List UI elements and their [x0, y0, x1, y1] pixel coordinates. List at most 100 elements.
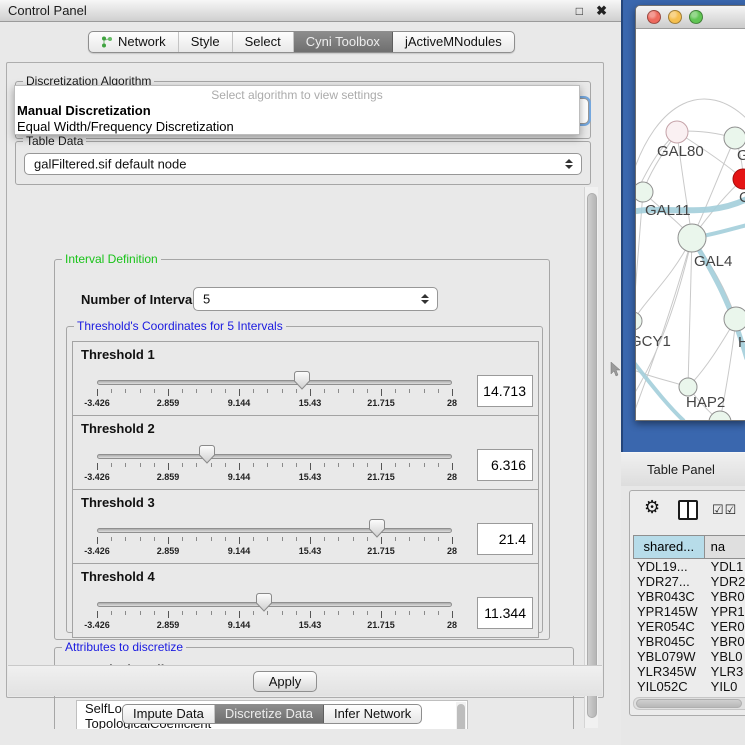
slider-thumb[interactable] [256, 593, 272, 612]
table-row[interactable]: YIL052CYIL0 [633, 679, 745, 694]
node-table[interactable]: shared... na YDL19...YDL1YDR27...YDR2YBR… [633, 535, 745, 695]
zoom-traffic-light-icon[interactable] [689, 10, 703, 24]
slider-track[interactable] [97, 380, 452, 385]
tab-select[interactable]: Select [233, 32, 294, 52]
tick-label: 21.715 [367, 398, 395, 408]
network-node[interactable] [724, 307, 745, 331]
tick-label: 2.859 [157, 472, 180, 482]
bottom-tab-impute-data[interactable]: Impute Data [123, 705, 215, 723]
column-header-shared[interactable]: shared... [633, 535, 705, 559]
tick-label: -3.426 [84, 472, 110, 482]
threshold-value-field[interactable]: 11.344 [477, 597, 533, 629]
network-graph[interactable]: GAL80GACGAL11GAL4GCY1HHAP2 [636, 29, 745, 421]
threshold-label: Threshold 1 [81, 347, 155, 362]
control-panel-titlebar[interactable]: Control Panel □ ✖ [0, 0, 621, 22]
table-row[interactable]: YER054CYER0 [633, 619, 745, 634]
slider-track[interactable] [97, 454, 452, 459]
cell-shared-name: YPR145W [633, 604, 705, 619]
table-row[interactable]: YDR27...YDR2 [633, 574, 745, 589]
network-node[interactable] [666, 121, 688, 143]
control-panel: Control Panel □ ✖ NetworkStyle Select Cyni… [0, 0, 621, 745]
network-node[interactable] [678, 224, 706, 252]
tick-label: 15.43 [299, 620, 322, 630]
bottom-tab-discretize-data[interactable]: Discretize Data [215, 705, 324, 723]
close-traffic-light-icon[interactable] [647, 10, 661, 24]
cell-shared-name: YIL052C [633, 679, 705, 694]
slider-thumb[interactable] [294, 371, 310, 390]
node-label: C [739, 189, 745, 206]
table-row[interactable]: YDL19...YDL1 [633, 559, 745, 574]
table-hscrollbar[interactable] [633, 697, 745, 710]
dropdown-option-manual[interactable]: Manual Discretization [17, 103, 151, 118]
network-window-titlebar[interactable] [636, 6, 745, 29]
slider-track[interactable] [97, 602, 452, 607]
num-intervals-value: 5 [203, 292, 210, 307]
table-row[interactable]: YBR043CYBR0 [633, 589, 745, 604]
threshold-label: Threshold 4 [81, 569, 155, 584]
split-column-icon[interactable] [678, 500, 698, 520]
node-label: GA [737, 147, 745, 164]
table-data-fieldset: Table Data galFiltered.sif default node [15, 141, 591, 185]
thresholds-fieldset: Threshold's Coordinates for 5 Intervals … [66, 326, 543, 633]
cell-name: YDR2 [705, 574, 745, 589]
tab-style[interactable]: Style [179, 32, 233, 52]
cell-name: YIL0 [705, 679, 745, 694]
threshold-value-field[interactable]: 6.316 [477, 449, 533, 481]
threshold-row: Threshold 3-3.4262.8599.14415.4321.71528… [72, 489, 539, 564]
num-intervals-combobox[interactable]: 5 [193, 287, 438, 311]
slider-ticks [97, 537, 452, 545]
apply-strip: Apply [8, 665, 602, 696]
threshold-value-field[interactable]: 14.713 [477, 375, 533, 407]
tab-cyni-toolbox[interactable]: Cyni Toolbox [294, 32, 393, 52]
settings-scroll-area: Interval Definition Number of Intervals … [41, 249, 590, 729]
slider-ticks [97, 389, 452, 397]
tick-label: 21.715 [367, 546, 395, 556]
dropdown-option-equal-width[interactable]: Equal Width/Frequency Discretization [17, 119, 234, 134]
bottom-tab-infer-network[interactable]: Infer Network [324, 705, 421, 723]
network-view-window[interactable]: GAL80GACGAL11GAL4GCY1HHAP2 [635, 5, 745, 421]
network-node[interactable] [709, 411, 731, 421]
minimize-traffic-light-icon[interactable] [668, 10, 682, 24]
table-header-row: shared... na [633, 535, 745, 559]
table-row[interactable]: YLR345WYLR3 [633, 664, 745, 679]
slider-track[interactable] [97, 528, 452, 533]
threshold-value-field[interactable]: 21.4 [477, 523, 533, 555]
num-intervals-label: Number of Intervals [81, 292, 203, 307]
close-icon[interactable]: ✖ [596, 3, 607, 19]
table-panel-titlebar[interactable]: Table Panel [621, 452, 745, 486]
network-node[interactable] [724, 127, 745, 149]
algorithm-dropdown-popup: Select algorithm to view settings Manual… [14, 85, 580, 135]
tab-label: Select [245, 32, 281, 52]
network-node[interactable] [636, 182, 653, 202]
cell-name: YLR3 [705, 664, 745, 679]
apply-button[interactable]: Apply [253, 671, 317, 692]
network-icon [101, 36, 113, 48]
table-panel-box: ⚙ ☑☑ shared... na YDL19...YDL1YDR27...YD… [629, 490, 745, 716]
table-row[interactable]: YPR145WYPR1 [633, 604, 745, 619]
table-data-combobox[interactable]: galFiltered.sif default node [24, 153, 582, 175]
slider-thumb[interactable] [199, 445, 215, 464]
cell-shared-name: YDR27... [633, 574, 705, 589]
gear-icon[interactable]: ⚙ [644, 497, 660, 518]
float-icon[interactable]: □ [576, 4, 583, 18]
column-header-name[interactable]: na [705, 535, 745, 559]
main-scrollbar[interactable] [584, 187, 598, 728]
top-tab-bar: NetworkStyle Select Cyni ToolboxjActiveMNo… [88, 31, 515, 53]
table-panel-body: ⚙ ☑☑ shared... na YDL19...YDL1YDR27...YD… [621, 486, 745, 745]
slider-thumb[interactable] [369, 519, 385, 538]
network-node[interactable] [636, 312, 642, 330]
attributes-scrollbar[interactable] [456, 702, 466, 729]
right-region: GAL80GACGAL11GAL4GCY1HHAP2 Table Panel ⚙… [621, 0, 745, 745]
tab-jactivemnodules[interactable]: jActiveMNodules [393, 32, 514, 52]
node-label: GAL11 [645, 202, 691, 219]
table-row[interactable]: YBL079WYBL0 [633, 649, 745, 664]
table-row[interactable]: YBR045CYBR0 [633, 634, 745, 649]
slider-ticks [97, 463, 452, 471]
thresholds-legend: Threshold's Coordinates for 5 Intervals [74, 319, 286, 333]
threshold-row: Threshold 1-3.4262.8599.14415.4321.71528… [72, 341, 539, 416]
panel-title: Control Panel [8, 3, 87, 18]
bottom-tab-bar: Impute DataDiscretize DataInfer Network [122, 704, 422, 724]
checkbox-icons[interactable]: ☑☑ [712, 502, 737, 518]
cell-shared-name: YBR043C [633, 589, 705, 604]
tab-network[interactable]: Network [89, 32, 179, 52]
